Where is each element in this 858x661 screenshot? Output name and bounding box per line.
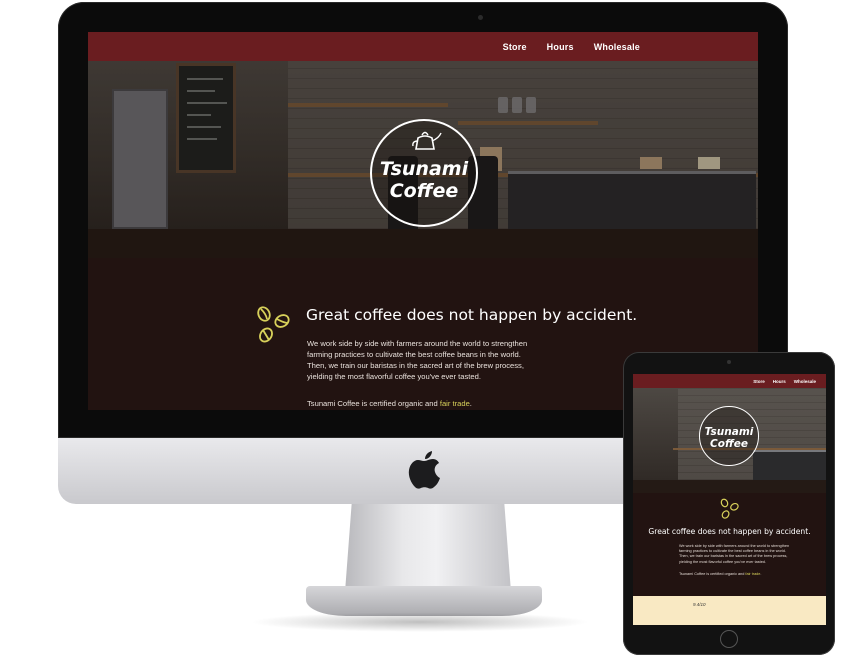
- tablet-nav-wholesale-link[interactable]: Wholesale: [794, 379, 816, 384]
- tablet-logo-line-2: Coffee: [710, 438, 748, 450]
- certification-period: .: [469, 399, 472, 408]
- tablet-coffee-beans-icon: [720, 498, 739, 519]
- nav-store-link[interactable]: Store: [503, 42, 527, 52]
- tablet-certification-line: Tsunami Coffee is certified organic and …: [679, 572, 761, 576]
- logo-line-2: Coffee: [389, 180, 459, 202]
- tablet-headline: Great coffee does not happen by accident…: [648, 527, 811, 536]
- site-nav: Store Hours Wholesale: [88, 32, 758, 61]
- fair-trade-link[interactable]: fair trade: [440, 399, 470, 408]
- imac-camera: [478, 15, 483, 20]
- imac-stand-neck: [345, 504, 511, 592]
- tablet-fair-trade-link[interactable]: fair trade: [745, 572, 760, 576]
- apple-logo-icon: [408, 451, 440, 489]
- certification-text: Tsunami Coffee is certified organic and: [307, 399, 440, 408]
- tablet-nav: Store Hours Wholesale: [633, 374, 826, 388]
- headline: Great coffee does not happen by accident…: [306, 306, 638, 324]
- nav-hours-link[interactable]: Hours: [547, 42, 574, 52]
- tablet-brand-logo: Tsunami Coffee: [699, 406, 759, 466]
- hero-image: Tsunami Coffee: [88, 61, 758, 258]
- tablet-nav-hours-link[interactable]: Hours: [773, 379, 786, 384]
- ipad-device: Store Hours Wholesale Tsunami Coffee Gre…: [623, 352, 835, 655]
- tablet-screen: Store Hours Wholesale Tsunami Coffee Gre…: [633, 374, 826, 625]
- tablet-intro-paragraph: We work side by side with farmers around…: [679, 544, 790, 564]
- ipad-camera: [727, 360, 731, 364]
- tablet-hero-image: Tsunami Coffee: [633, 388, 826, 493]
- tablet-nav-store-link[interactable]: Store: [753, 379, 765, 384]
- brand-logo: Tsunami Coffee: [370, 119, 478, 227]
- coffee-beans-icon: [257, 306, 290, 343]
- logo-line-1: Tsunami: [379, 158, 469, 180]
- tablet-next-section: 9.4/10: [633, 596, 826, 625]
- tablet-certification-period: .: [760, 572, 762, 576]
- tablet-certification-text: Tsunami Coffee is certified organic and: [679, 572, 746, 576]
- ipad-home-button[interactable]: [720, 630, 738, 648]
- intro-paragraph: We work side by side with farmers around…: [307, 339, 528, 381]
- tablet-scribble-text: 9.4/10: [693, 602, 706, 607]
- imac-shadow: [250, 612, 590, 632]
- nav-wholesale-link[interactable]: Wholesale: [594, 42, 640, 52]
- tablet-logo-line-1: Tsunami: [704, 426, 754, 438]
- kettle-icon: [412, 131, 442, 150]
- certification-line: Tsunami Coffee is certified organic and …: [307, 399, 472, 408]
